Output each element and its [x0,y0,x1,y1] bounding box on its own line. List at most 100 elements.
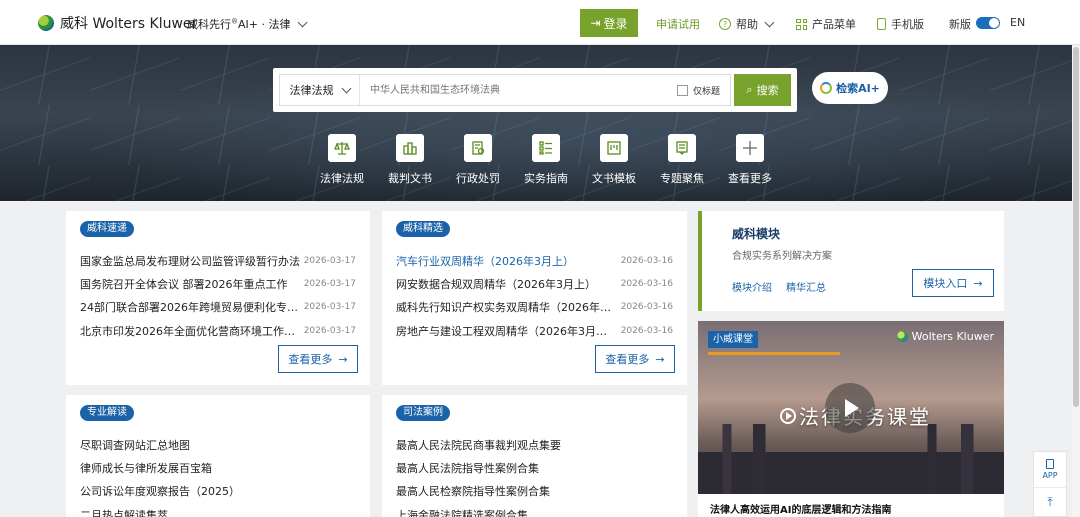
category-judgments[interactable]: 裁判文书 [376,134,444,186]
title-only-checkbox[interactable] [676,84,688,96]
video-tag: 小威课堂 [708,331,758,348]
category-topics[interactable]: 专题聚焦 [648,134,716,186]
view-more-button[interactable]: 查看更多 → [278,345,358,373]
news-item[interactable]: 房地产与建设工程双周精华（2026年3月上） 2026-03-16 [396,319,673,342]
news-list: 最高人民法院民商事裁判观点集要 最高人民法院指导性案例合集 最高人民检察院指导性… [396,433,673,517]
category-practice-guides[interactable]: 实务指南 [512,134,580,186]
search-button-label: 搜索 [756,85,779,97]
view-more-label: 查看更多 [605,353,650,366]
video-accent-bar [708,352,840,355]
video-course-card[interactable]: 小威课堂 Wolters Kluwer 法律实务课堂 法律人高效运用AI的底层逻… [698,321,1004,517]
search-field-group: 法律法规 仅标题 [279,74,731,106]
module-highlights-link[interactable]: 精华汇总 [786,279,826,294]
play-button[interactable] [825,383,875,433]
video-thumbnail[interactable]: 小威课堂 Wolters Kluwer 法律实务课堂 [698,321,1004,494]
floating-tools: APP ⤒ [1033,451,1067,517]
view-more-label: 查看更多 [288,353,333,366]
help-label: 帮助 [736,18,758,31]
news-list: 尽职调查网站汇总地图 律师成长与律所发展百宝箱 公司诉讼年度观察报告（2025）… [80,433,356,517]
back-to-top-button[interactable]: ⤒ [1034,488,1066,516]
news-item[interactable]: 汽车行业双周精华（2026年3月上） 2026-03-16 [396,249,673,272]
module-card: 威科模块 合规实务系列解决方案 模块介绍 精华汇总 模块入口 → [698,211,1004,311]
module-links: 模块介绍 精华汇总 [732,279,826,294]
search-button[interactable]: ⌕ 搜索 [734,74,791,106]
phone-icon [1046,459,1054,469]
news-date: 2026-03-16 [620,302,673,313]
category-label: 专题聚焦 [660,172,704,185]
category-more[interactable]: 查看更多 [716,134,784,186]
product-switcher[interactable]: 威科先行®AI+ · 法律 [187,16,308,32]
app-download-button[interactable]: APP [1034,452,1066,488]
search-icon: ⌕ [746,83,753,96]
video-brand: Wolters Kluwer [896,330,994,343]
mobile-version-link[interactable]: 手机版 [877,16,924,32]
title-only-option[interactable]: 仅标题 [676,84,730,97]
brand-logo[interactable]: 威科 Wolters Kluwer [38,13,197,33]
news-list: 国家金监总局发布理财公司监管评级暂行办法 2026-03-17 国务院召开全体会议… [80,249,356,342]
document-stamp-icon [464,134,492,162]
news-item[interactable]: 北京市印发2026年全面优化营商环境工作要点 2026-03-17 [80,319,356,342]
search-scope-value: 法律法规 [289,84,334,97]
scrollbar-thumb[interactable] [1073,47,1079,407]
news-item[interactable]: 国家金监总局发布理财公司监管评级暂行办法 2026-03-17 [80,249,356,272]
module-subtitle: 合规实务系列解决方案 [732,251,832,262]
video-caption[interactable]: 法律人高效运用AI的底层逻辑和方法指南 [710,501,891,516]
news-date: 2026-03-17 [303,302,356,313]
search-input[interactable] [360,75,677,105]
apply-trial-link[interactable]: 申请试用 [656,16,700,32]
category-nav: 法律法规 裁判文书 行政处罚 实务指南 文书模板 专题聚焦 查看更多 [308,134,784,186]
news-item[interactable]: 最高人民法院指导性案例合集 [396,456,673,479]
card-tag: 专业解读 [80,405,134,421]
news-item[interactable]: 威科先行知识产权实务双周精华（2026年3月... 2026-03-16 [396,296,673,319]
language-switch[interactable]: EN [1010,16,1025,29]
selected-news-card: 威科精选 汽车行业双周精华（2026年3月上） 2026-03-16 网安数据合规… [382,211,687,385]
news-item[interactable]: 尽职调查网站汇总地图 [80,433,356,456]
product-menu[interactable]: 产品菜单 [796,16,856,32]
news-title: 最高人民检察院指导性案例合集 [396,485,550,499]
help-icon: ? [719,18,731,30]
view-more-button[interactable]: 查看更多 → [595,345,675,373]
logo-text: 威科 Wolters Kluwer [60,16,198,32]
news-date: 2026-03-17 [303,325,356,336]
page-scrollbar[interactable] [1072,45,1080,517]
news-date: 2026-03-17 [303,255,356,266]
news-item[interactable]: 国务院召开全体会议 部署2026年重点工作 2026-03-17 [80,272,356,295]
chevron-down-icon [764,17,775,27]
category-penalties[interactable]: 行政处罚 [444,134,512,186]
search-scope-select[interactable]: 法律法规 [280,75,360,105]
news-item[interactable]: 网安数据合规双周精华（2026年3月上） 2026-03-16 [396,272,673,295]
news-title: 公司诉讼年度观察报告（2025） [80,485,240,499]
new-version-toggle[interactable] [976,17,1000,29]
arrow-right-icon: → [338,352,348,366]
news-item[interactable]: 最高人民检察院指导性案例合集 [396,480,673,503]
top-header: 威科 Wolters Kluwer 威科先行®AI+ · 法律 ⇥ 登录 申请试… [0,0,1080,45]
ai-search-button[interactable]: 检索AI+ [812,72,888,104]
news-item[interactable]: 最高人民法院民商事裁判观点集要 [396,433,673,456]
module-entry-button[interactable]: 模块入口 → [912,269,994,297]
help-menu[interactable]: ? 帮助 [719,16,775,32]
news-title: 尽职调查网站汇总地图 [80,438,190,452]
plus-icon [736,134,764,162]
news-title: 律师成长与律所发展百宝箱 [80,461,212,475]
news-item[interactable]: 公司诉讼年度观察报告（2025） [80,480,356,503]
news-date: 2026-03-17 [303,278,356,289]
category-laws[interactable]: 法律法规 [308,134,376,186]
module-intro-link[interactable]: 模块介绍 [732,279,772,294]
new-version-label: 新版 [949,16,971,32]
news-title: 房地产与建设工程双周精华（2026年3月上） [396,324,616,338]
news-item[interactable]: 24部门联合部署2026年跨境贸易便利化专项行... 2026-03-17 [80,296,356,319]
app-label: APP [1042,471,1058,480]
category-templates[interactable]: 文书模板 [580,134,648,186]
search-box: 法律法规 仅标题 ⌕ 搜索 [273,68,797,112]
buildings-icon [396,134,424,162]
news-item[interactable]: 律师成长与律所发展百宝箱 [80,456,356,479]
wolters-kluwer-logo-icon [38,15,54,31]
news-item[interactable]: 二月热点解读集萃 [80,503,356,517]
phone-icon [877,18,886,30]
login-button[interactable]: ⇥ 登录 [580,9,638,37]
checklist-icon [532,134,560,162]
trial-label: 申请试用 [656,18,700,31]
news-item[interactable]: 上海金融法院精选案例合集 [396,503,673,517]
product-name: 威科先行®AI+ · 法律 [187,16,290,32]
card-tag: 威科精选 [396,221,450,237]
